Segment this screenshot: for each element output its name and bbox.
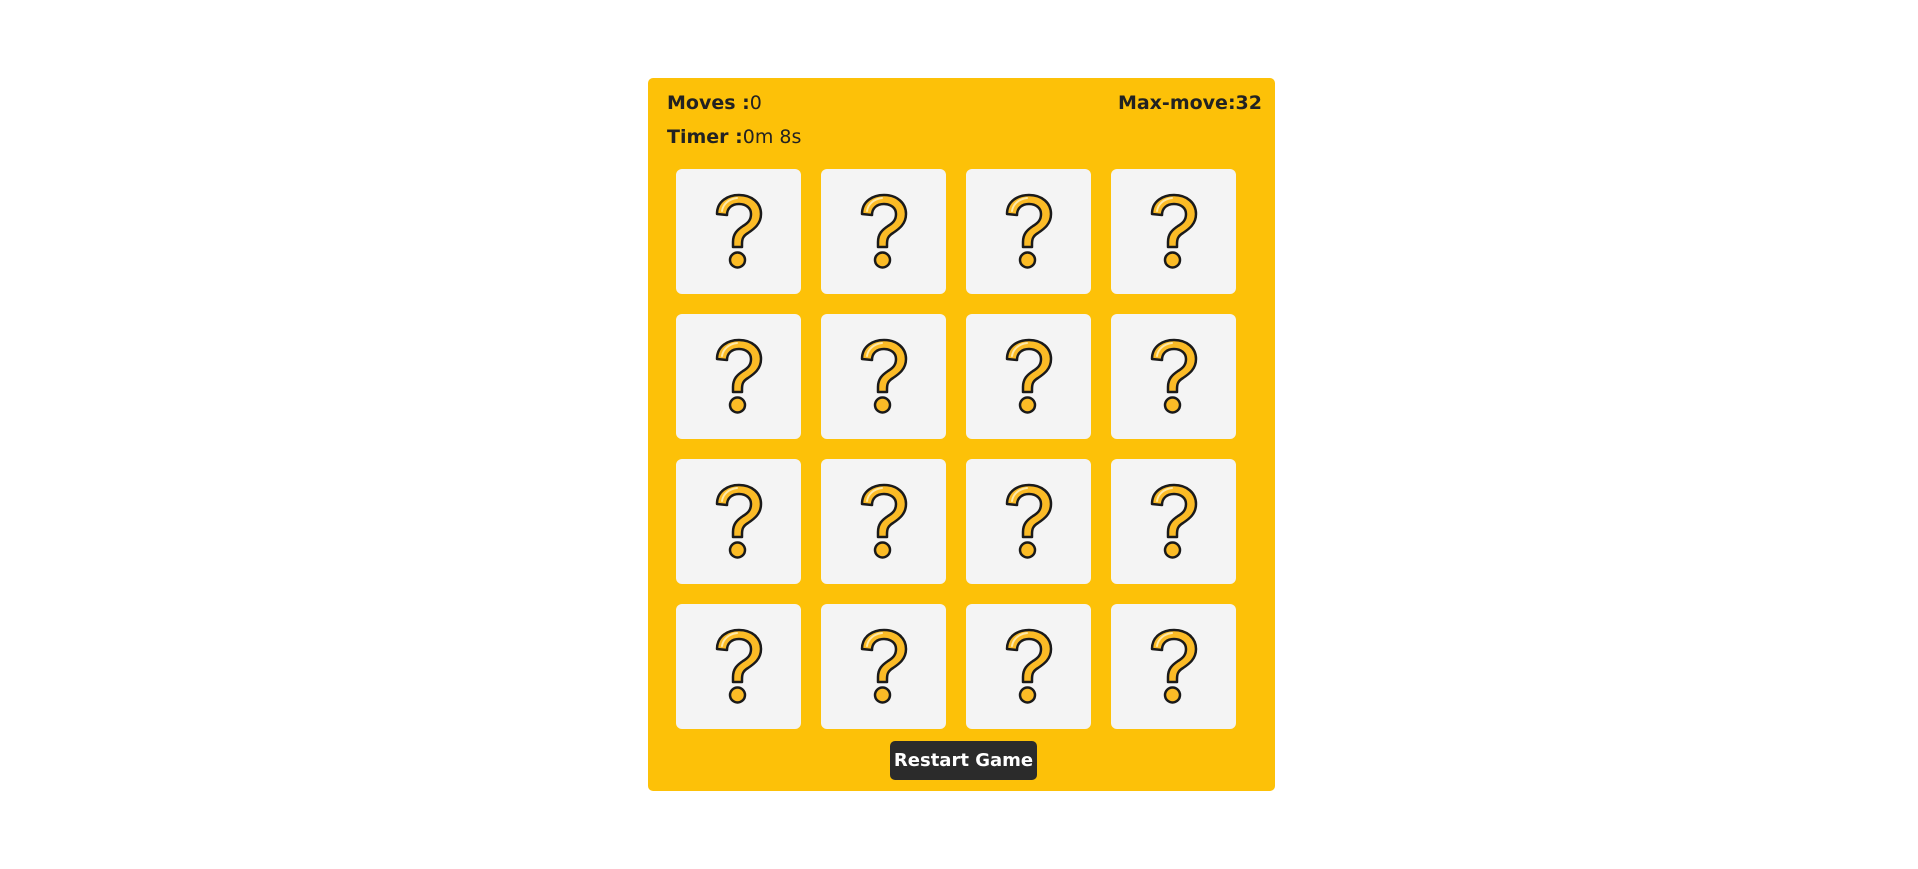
memory-card[interactable] (821, 314, 946, 439)
timer: Timer :0m 8s (667, 126, 801, 148)
question-mark-icon (1003, 628, 1055, 706)
question-mark-icon (713, 483, 765, 561)
restart-game-button[interactable]: Restart Game (890, 741, 1037, 780)
game-panel: Moves :0 Timer :0m 8s Max-move:32 Restar… (648, 78, 1275, 791)
memory-card[interactable] (1111, 169, 1236, 294)
max-moves-value: 32 (1235, 92, 1262, 114)
memory-card[interactable] (966, 314, 1091, 439)
moves-value: 0 (749, 92, 762, 114)
memory-card[interactable] (676, 169, 801, 294)
question-mark-icon (1148, 338, 1200, 416)
moves-counter: Moves :0 (667, 92, 762, 114)
question-mark-icon (713, 338, 765, 416)
memory-card[interactable] (821, 459, 946, 584)
question-mark-icon (1003, 483, 1055, 561)
card-grid (676, 169, 1236, 729)
question-mark-icon (1148, 628, 1200, 706)
question-mark-icon (1003, 193, 1055, 271)
question-mark-icon (858, 338, 910, 416)
memory-card[interactable] (1111, 459, 1236, 584)
memory-card[interactable] (1111, 314, 1236, 439)
memory-card[interactable] (966, 459, 1091, 584)
question-mark-icon (858, 628, 910, 706)
memory-card[interactable] (676, 314, 801, 439)
timer-value: 0m 8s (742, 126, 802, 148)
question-mark-icon (858, 483, 910, 561)
memory-card[interactable] (821, 169, 946, 294)
memory-card[interactable] (676, 459, 801, 584)
max-moves: Max-move:32 (1118, 92, 1262, 114)
question-mark-icon (1003, 338, 1055, 416)
memory-card[interactable] (676, 604, 801, 729)
max-moves-label: Max-move: (1117, 92, 1236, 114)
memory-card[interactable] (966, 169, 1091, 294)
question-mark-icon (713, 193, 765, 271)
memory-card[interactable] (821, 604, 946, 729)
question-mark-icon (858, 193, 910, 271)
question-mark-icon (1148, 193, 1200, 271)
question-mark-icon (713, 628, 765, 706)
timer-label: Timer : (667, 126, 743, 148)
question-mark-icon (1148, 483, 1200, 561)
memory-card[interactable] (1111, 604, 1236, 729)
memory-card[interactable] (966, 604, 1091, 729)
moves-label: Moves : (667, 92, 750, 114)
